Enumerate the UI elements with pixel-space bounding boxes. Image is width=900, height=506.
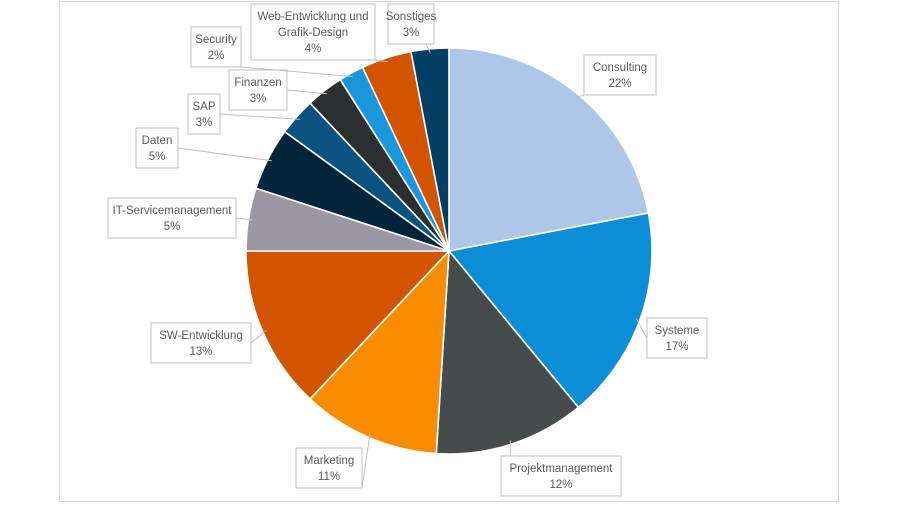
data-label-sw-entwicklung: SW-Entwicklung 13% [150, 322, 267, 364]
label-percent: 12% [549, 479, 572, 491]
label-percent: 3% [250, 93, 267, 105]
label-category: SW-Entwicklung [159, 330, 243, 342]
label-category: Web-Entwicklung und [257, 11, 368, 23]
label-percent: 11% [318, 471, 340, 483]
label-category: Sonstiges [386, 11, 437, 23]
slices-layer [245, 47, 653, 455]
data-label-projektmanagement: Projektmanagement 12% [500, 440, 622, 497]
label-percent: 4% [305, 43, 322, 55]
label-category: SAP [192, 101, 215, 113]
label-percent: 13% [189, 346, 212, 358]
leader-line [286, 89, 328, 95]
leader-line [635, 318, 648, 339]
label-category: Marketing [304, 455, 355, 467]
data-label-systeme: Systeme 17% [635, 317, 708, 359]
label-category: Finanzen [234, 77, 281, 89]
data-label-web-entwicklung-und-grafik-design: Web-Entwicklung und Grafik-Design 4% [250, 3, 388, 63]
label-percent: 17% [665, 341, 688, 353]
data-label-sonstiges: Sonstiges 3% [386, 3, 437, 54]
label-category: IT-Servicemanagement [113, 205, 233, 217]
label-percent: 3% [196, 117, 213, 129]
label-category: Consulting [593, 62, 647, 74]
label-percent: 5% [149, 151, 166, 163]
label-percent: 2% [208, 50, 225, 62]
leader-line [219, 113, 300, 120]
label-category: Projektmanagement [510, 463, 614, 475]
label-category: Grafik-Design [278, 27, 348, 39]
label-percent: 22% [608, 78, 631, 90]
leader-line [361, 433, 371, 489]
label-category: Security [195, 34, 237, 46]
label-category: Daten [142, 135, 173, 147]
data-label-marketing: Marketing 11% [295, 433, 371, 489]
label-percent: 3% [403, 27, 420, 39]
pie-chart: Consulting 22% Systeme 17% Projektmanagement… [107, 3, 708, 497]
data-label-it-servicemanagement: IT-Servicemanagement 5% [107, 197, 253, 239]
label-percent: 5% [164, 221, 181, 233]
label-category: Systeme [655, 325, 700, 337]
leader-line [177, 147, 272, 162]
data-label-consulting: Consulting 22% [575, 54, 657, 99]
